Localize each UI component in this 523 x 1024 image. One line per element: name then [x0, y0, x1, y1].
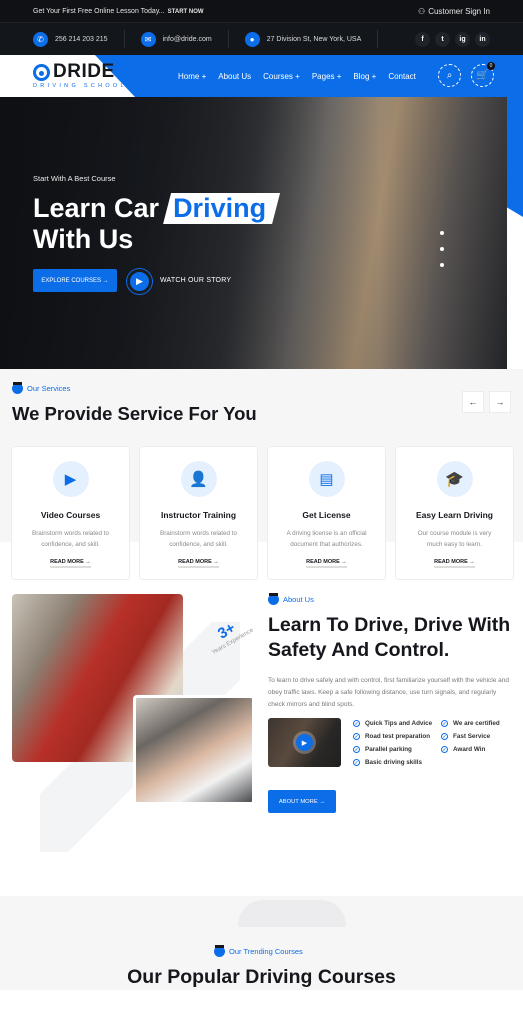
hero-title: Learn Car Driving With Us: [33, 193, 280, 255]
service-card[interactable]: 🎓 Easy Learn Driving Our course module i…: [395, 446, 514, 580]
start-now-link[interactable]: START NOW: [168, 9, 204, 15]
facebook-icon[interactable]: f: [415, 31, 430, 47]
nav-home[interactable]: Home +: [178, 72, 206, 81]
check-item: ✓ We are certified: [441, 720, 500, 727]
nav-menu: Home + About Us Courses + Pages + Blog +…: [178, 55, 416, 97]
check-circle-icon: ✓: [441, 746, 448, 753]
hero-section: Start With A Best Course Learn Car Drivin…: [0, 97, 523, 369]
about-section: 3+ Years Experience About Us Learn To Dr…: [0, 582, 523, 896]
cart-count-badge: 0: [487, 62, 495, 70]
search-icon: ⌕: [446, 70, 453, 81]
nav-contact[interactable]: Contact: [388, 72, 416, 81]
play-video-button[interactable]: ▶: [127, 269, 152, 294]
graduate-logo-icon: [268, 593, 279, 605]
services-title: We Provide Service For You: [12, 403, 257, 424]
user-icon: ⚇: [418, 6, 426, 16]
next-arrow-button[interactable]: →: [489, 391, 511, 413]
phone-info[interactable]: ✆ 256 214 203 215: [33, 30, 125, 48]
service-card[interactable]: ▤ Get License A driving license is an of…: [267, 446, 386, 580]
nav-blog[interactable]: Blog +: [353, 72, 376, 81]
graduate-logo-icon: [214, 945, 225, 957]
check-circle-icon: ✓: [441, 733, 448, 740]
cart-button[interactable]: 🛒 0: [471, 62, 495, 87]
search-button[interactable]: ⌕: [438, 64, 461, 87]
main-nav: DRIDE DRIVING SCHOOL Home + About Us Cou…: [0, 55, 523, 97]
instructor-icon: 👤: [180, 461, 217, 497]
steering-wheel-icon: [33, 63, 50, 81]
check-item: ✓ Fast Service: [441, 733, 491, 740]
graduate-logo-icon: [12, 382, 23, 394]
cart-icon: 🛒: [476, 70, 489, 81]
play-icon: ▶: [136, 276, 143, 286]
services-eyebrow: Our Services: [12, 382, 511, 394]
feature-checklist: ✓ Quick Tips and Advice ✓ We are certified…: [353, 720, 521, 766]
service-card[interactable]: 👤 Instructor Training Brainstorm words r…: [139, 446, 258, 580]
service-card[interactable]: ▶ Video Courses Brainstorm words related…: [11, 446, 130, 580]
check-item: ✓ Award Win: [441, 746, 486, 753]
about-eyebrow: About Us: [268, 593, 513, 605]
slider-dot[interactable]: [440, 247, 444, 251]
nav-pages[interactable]: Pages +: [312, 72, 342, 81]
about-title: Learn To Drive, Drive With Safety And Co…: [268, 614, 511, 661]
promo: Get Your First Free Online Lesson Today.…: [33, 7, 204, 15]
check-circle-icon: ✓: [353, 759, 360, 766]
about-video-thumbnail[interactable]: ▶: [268, 718, 341, 767]
explore-courses-button[interactable]: EXPLORE COURSES →: [33, 269, 117, 292]
slider-dots: [440, 231, 444, 267]
check-circle-icon: ✓: [353, 720, 360, 727]
read-more-link[interactable]: READ MORE →: [434, 559, 475, 568]
video-icon: ▶: [52, 461, 89, 497]
cloud-decoration: [238, 900, 346, 927]
trending-section: Our Trending Courses Our Popular Driving…: [0, 896, 523, 990]
email-info[interactable]: ✉ info@dride.com: [140, 30, 229, 48]
trending-title: Our Popular Driving Courses: [127, 966, 396, 988]
address-info: ● 27 Division St, New York, USA: [244, 30, 379, 48]
top-bar: Get Your First Free Online Lesson Today.…: [0, 0, 523, 22]
nav-courses[interactable]: Courses +: [263, 72, 300, 81]
license-icon: ▤: [308, 461, 345, 497]
mail-icon: ✉: [140, 31, 156, 47]
trending-eyebrow: Our Trending Courses: [214, 945, 303, 957]
watch-story-link[interactable]: WATCH OUR STORY: [160, 277, 231, 284]
student-image: [133, 695, 255, 805]
phone-icon: ✆: [33, 31, 48, 47]
read-more-link[interactable]: READ MORE →: [178, 559, 219, 568]
service-cards: ▶ Video Courses Brainstorm words related…: [11, 446, 514, 580]
about-more-button[interactable]: ABOUT MORE →: [268, 790, 336, 813]
contact-bar: ✆ 256 214 203 215 ✉ info@dride.com ● 27 Div…: [0, 22, 523, 55]
logo[interactable]: DRIDE DRIVING SCHOOL: [33, 62, 127, 89]
check-circle-icon: ✓: [353, 746, 360, 753]
check-circle-icon: ✓: [353, 733, 360, 740]
services-section: Our Services We Provide Service For You …: [0, 369, 523, 580]
hero-subtitle: Start With A Best Course: [33, 174, 116, 183]
location-pin-icon: ●: [244, 31, 260, 47]
customer-sign-in-link[interactable]: ⚇ Customer Sign In: [418, 7, 490, 16]
slider-dot-active[interactable]: [440, 263, 444, 267]
linkedin-icon[interactable]: in: [475, 31, 490, 47]
twitter-icon[interactable]: t: [435, 31, 450, 47]
instagram-icon[interactable]: ig: [455, 31, 470, 47]
check-item: ✓ Basic driving skills: [353, 759, 423, 766]
play-icon: ▶: [296, 734, 313, 751]
prev-arrow-button[interactable]: ←: [462, 391, 484, 413]
about-text: To learn to drive safely and with contro…: [268, 677, 509, 708]
nav-about[interactable]: About Us: [218, 72, 251, 81]
check-circle-icon: ✓: [441, 720, 448, 727]
graduation-icon: 🎓: [436, 461, 473, 497]
check-item: ✓ Road test preparation: [353, 733, 431, 740]
hero-title-highlight: Driving: [163, 193, 280, 224]
read-more-link[interactable]: READ MORE →: [50, 559, 91, 568]
social-links: f t ig in: [415, 31, 490, 47]
slider-dot[interactable]: [440, 231, 444, 235]
check-item: ✓ Quick Tips and Advice: [353, 720, 433, 727]
check-item: ✓ Parallel parking: [353, 746, 412, 753]
read-more-link[interactable]: READ MORE →: [306, 559, 347, 568]
